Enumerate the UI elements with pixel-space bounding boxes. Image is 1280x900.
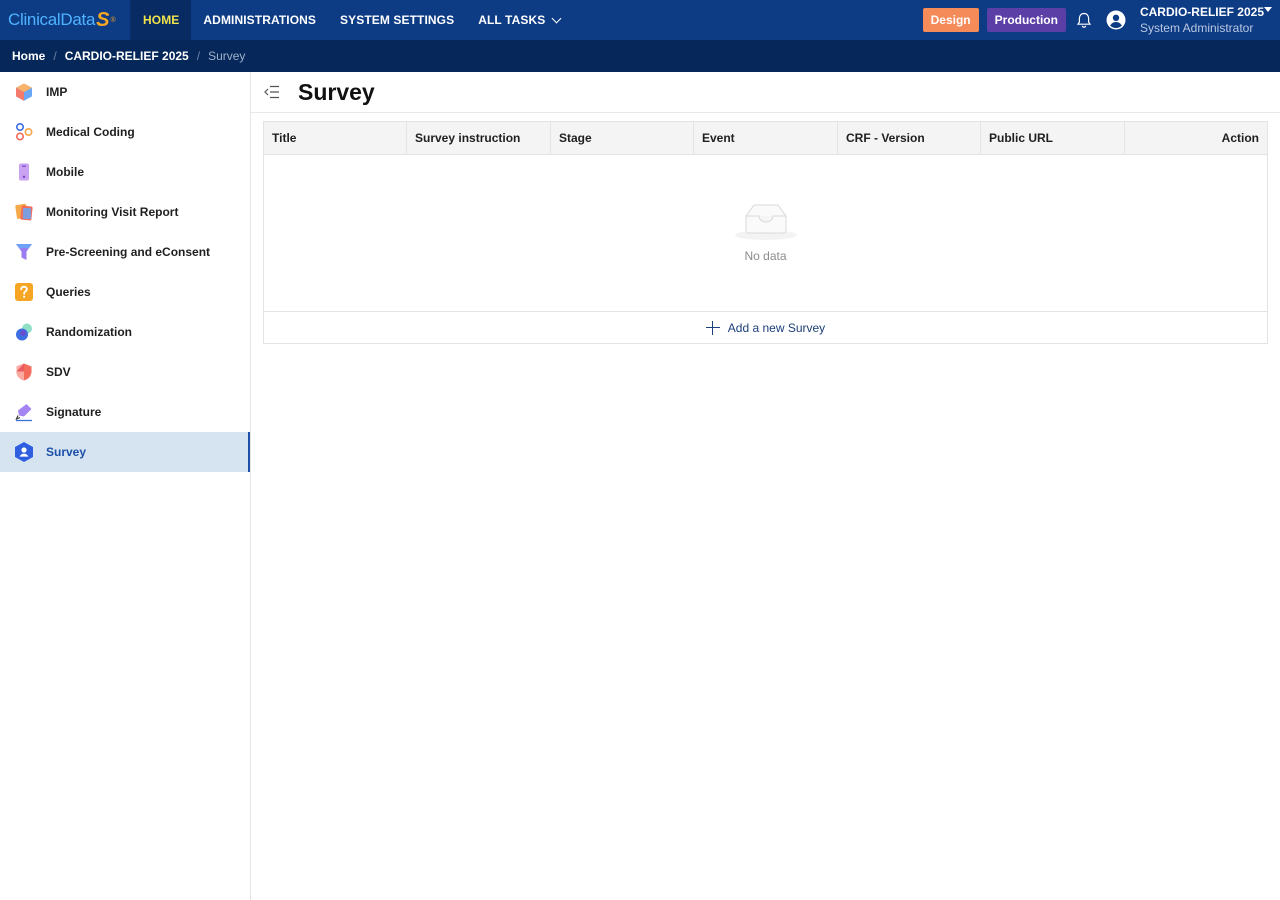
empty-state-text: No data xyxy=(744,249,787,263)
production-env-button[interactable]: Production xyxy=(986,8,1066,32)
monitoring-report-icon xyxy=(13,201,35,223)
sidebar-item-label: Pre-Screening and eConsent xyxy=(46,245,211,259)
breadcrumb-home[interactable]: Home xyxy=(12,49,45,63)
shield-icon xyxy=(13,361,35,383)
sidebar-item-mobile[interactable]: Mobile xyxy=(0,152,250,192)
sidebar-item-label: Mobile xyxy=(46,165,84,179)
column-header-crf-version[interactable]: CRF - Version xyxy=(838,122,981,154)
column-header-survey-instruction[interactable]: Survey instruction xyxy=(407,122,551,154)
user-avatar-icon[interactable] xyxy=(1106,10,1126,30)
column-header-action: Action xyxy=(1221,131,1259,145)
page-header: Survey xyxy=(251,72,1280,113)
page-title: Survey xyxy=(298,78,375,105)
top-navigation-bar: ClinicalData S ® HOME ADMINISTRATIONS SYST… xyxy=(0,0,1280,40)
user-role: System Administrator xyxy=(1139,21,1254,35)
nav-administrations[interactable]: ADMINISTRATIONS xyxy=(191,0,328,40)
nav-all-tasks[interactable]: ALL TASKS xyxy=(466,0,572,40)
mobile-icon xyxy=(13,161,35,183)
sidebar-item-label: Survey xyxy=(46,445,87,459)
nav-home-label: HOME xyxy=(143,13,180,27)
logo-registered: ® xyxy=(110,16,116,24)
breadcrumb-study[interactable]: CARDIO-RELIEF 2025 xyxy=(65,49,189,63)
sidebar-item-survey[interactable]: Survey xyxy=(0,432,250,472)
collapse-sidebar-icon[interactable] xyxy=(262,82,282,102)
breadcrumb-current: Survey xyxy=(208,49,246,63)
bell-icon[interactable] xyxy=(1074,10,1094,30)
design-env-button[interactable]: Design xyxy=(922,8,979,32)
sidebar-item-label: Queries xyxy=(46,285,91,299)
plus-icon xyxy=(705,320,720,335)
survey-user-icon xyxy=(13,441,35,463)
sidebar: IMP Medical Coding Mobile Monitoring Vis… xyxy=(0,72,251,900)
column-header-event[interactable]: Event xyxy=(694,122,838,154)
nav-system-settings-label: SYSTEM SETTINGS xyxy=(340,13,455,27)
sidebar-item-label: Monitoring Visit Report xyxy=(46,205,179,219)
column-header-stage[interactable]: Stage xyxy=(551,122,694,154)
imp-cube-icon xyxy=(13,81,35,103)
add-survey-button[interactable]: Add a new Survey xyxy=(264,312,1267,343)
nav-system-settings[interactable]: SYSTEM SETTINGS xyxy=(328,0,466,40)
sidebar-item-medical-coding[interactable]: Medical Coding xyxy=(0,112,250,152)
medical-coding-icon xyxy=(13,121,35,143)
column-header-public-url[interactable]: Public URL xyxy=(981,122,1125,154)
nav-all-tasks-label: ALL TASKS xyxy=(478,13,546,27)
logo-mark: S xyxy=(96,8,110,31)
randomization-icon xyxy=(13,321,35,343)
table-header: Title Survey instruction Stage Event CRF… xyxy=(264,122,1267,155)
logo-text: ClinicalData xyxy=(8,10,96,29)
breadcrumb: Home / CARDIO-RELIEF 2025 / Survey xyxy=(0,40,1280,72)
sidebar-item-label: Signature xyxy=(46,405,102,419)
user-menu[interactable]: CARDIO-RELIEF 2025 System Administrator xyxy=(1140,5,1264,35)
question-icon xyxy=(13,281,35,303)
top-right-controls: Design Production CARDIO-RELIEF 2025 Sys… xyxy=(922,0,1280,40)
sidebar-item-signature[interactable]: Signature xyxy=(0,392,250,432)
sidebar-item-label: SDV xyxy=(46,365,71,379)
sidebar-item-imp[interactable]: IMP xyxy=(0,72,250,112)
sidebar-item-sdv[interactable]: SDV xyxy=(0,352,250,392)
sidebar-item-label: Medical Coding xyxy=(46,125,135,139)
caret-down-icon[interactable] xyxy=(1264,7,1272,12)
survey-table: Title Survey instruction Stage Event CRF… xyxy=(263,121,1268,344)
nav-administrations-label: ADMINISTRATIONS xyxy=(203,13,317,27)
breadcrumb-separator: / xyxy=(53,49,57,63)
user-study-name: CARDIO-RELIEF 2025 xyxy=(1139,5,1264,19)
empty-inbox-icon xyxy=(734,199,798,241)
app-logo[interactable]: ClinicalData S ® xyxy=(0,0,131,40)
add-survey-label: Add a new Survey xyxy=(727,320,826,335)
sidebar-item-queries[interactable]: Queries xyxy=(0,272,250,312)
sidebar-item-label: Randomization xyxy=(46,325,132,339)
sidebar-item-label: IMP xyxy=(46,85,68,99)
sidebar-item-randomization[interactable]: Randomization xyxy=(0,312,250,352)
empty-state: No data xyxy=(264,155,1267,312)
main-content: Survey Title Survey instruction Stage Ev… xyxy=(251,72,1280,900)
chevron-down-icon xyxy=(551,13,562,23)
sidebar-item-monitoring-visit-report[interactable]: Monitoring Visit Report xyxy=(0,192,250,232)
column-header-title[interactable]: Title xyxy=(264,122,407,154)
signature-pen-icon xyxy=(13,401,35,423)
breadcrumb-separator: / xyxy=(196,49,201,63)
sidebar-item-pre-screening[interactable]: Pre-Screening and eConsent xyxy=(0,232,250,272)
funnel-icon xyxy=(13,241,35,263)
nav-home[interactable]: HOME xyxy=(131,0,192,40)
